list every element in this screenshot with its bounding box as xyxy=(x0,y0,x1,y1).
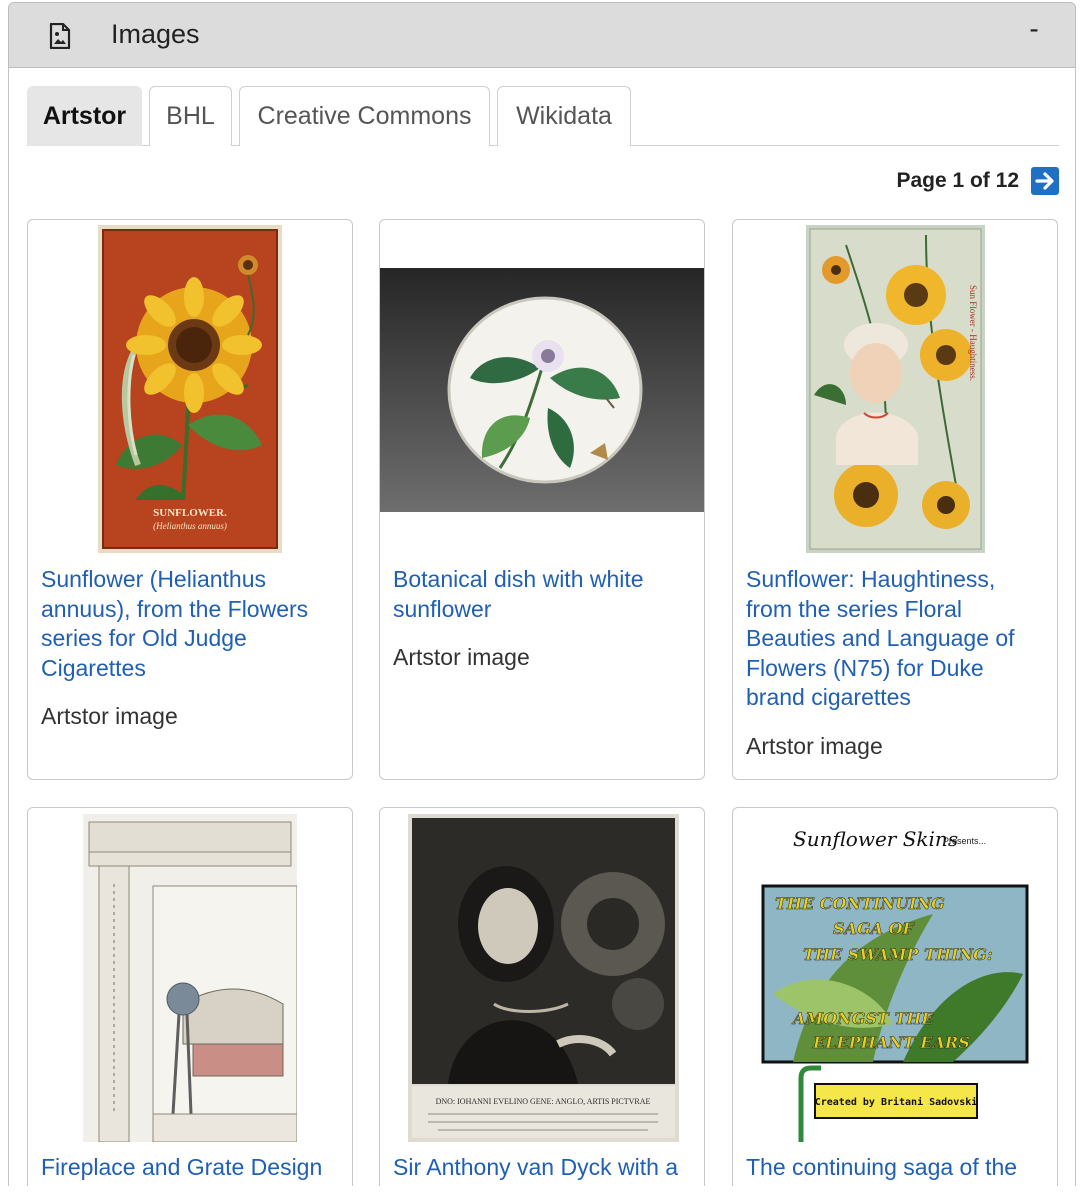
thumbnail-botanical-dish[interactable] xyxy=(380,268,704,512)
arrow-right-icon xyxy=(1035,172,1054,190)
tab-artstor[interactable]: Artstor xyxy=(27,86,142,146)
tab-creative-commons[interactable]: Creative Commons xyxy=(239,86,490,146)
thumbnail-fireplace-design[interactable] xyxy=(83,814,298,1143)
svg-text:Created by Britani Sadovski: Created by Britani Sadovski xyxy=(815,1096,978,1108)
card-title-link[interactable]: Fireplace and Grate Design xyxy=(41,1153,341,1183)
svg-text:Sunflower Skins: Sunflower Skins xyxy=(793,827,958,851)
next-page-button[interactable] xyxy=(1031,167,1059,195)
card-title-link[interactable]: The continuing saga of the xyxy=(746,1153,1046,1183)
tab-wikidata[interactable]: Wikidata xyxy=(497,86,631,146)
image-card: Fireplace and Grate Design xyxy=(27,807,353,1200)
card-title-link[interactable]: Sir Anthony van Dyck with a xyxy=(393,1153,693,1183)
svg-text:(Helianthus annuus): (Helianthus annuus) xyxy=(153,521,227,531)
thumbnail-van-dyck-portrait[interactable]: DNO: IOHANNI EVELINO GENE: ANGLO, ARTIS … xyxy=(408,814,679,1142)
panel-title: Images xyxy=(111,19,200,49)
pagination: Page 1 of 12 xyxy=(896,166,1059,196)
source-tabs: Artstor BHL Creative Commons Wikidata xyxy=(27,86,1059,146)
images-panel-header: Images - xyxy=(8,2,1076,68)
thumbnail-haughtiness-card[interactable]: Sun Flower - Haughtiness. xyxy=(806,225,985,553)
collapse-button[interactable]: - xyxy=(1023,11,1045,47)
svg-text:THE CONTINUING: THE CONTINUING xyxy=(775,894,945,913)
page-indicator: Page 1 of 12 xyxy=(896,169,1019,192)
svg-text:THE SWAMP THING:: THE SWAMP THING: xyxy=(803,945,993,964)
card-source: Artstor image xyxy=(393,644,530,670)
svg-text:ELEPHANT EARS: ELEPHANT EARS xyxy=(812,1033,970,1052)
svg-text:Presents...: Presents... xyxy=(943,836,986,846)
card-source: Artstor image xyxy=(746,733,883,759)
image-card: DNO: IOHANNI EVELINO GENE: ANGLO, ARTIS … xyxy=(379,807,705,1200)
thumbnail-sunflower-card[interactable]: SUNFLOWER. (Helianthus annuus) xyxy=(98,225,282,553)
card-title-link[interactable]: Sunflower: Haughtiness, from the series … xyxy=(746,565,1046,713)
svg-text:Sun Flower - Haughtiness.: Sun Flower - Haughtiness. xyxy=(968,285,978,381)
image-card: Sunflower Skins Presents... THE CONTINUI… xyxy=(732,807,1058,1200)
card-title-link[interactable]: Sunflower (Helianthus annuus), from the … xyxy=(41,565,341,683)
image-card: Botanical dish with white sunflower Arts… xyxy=(379,219,705,780)
images-panel-body: Artstor BHL Creative Commons Wikidata Pa… xyxy=(8,68,1076,1200)
image-file-icon xyxy=(49,22,71,50)
tab-bhl[interactable]: BHL xyxy=(149,86,232,146)
svg-text:DNO: IOHANNI EVELINO GENE: ANG: DNO: IOHANNI EVELINO GENE: ANGLO, ARTIS … xyxy=(436,1097,651,1106)
image-card: Sun Flower - Haughtiness. Sunflower: Hau… xyxy=(732,219,1058,780)
svg-text:AMONGST THE: AMONGST THE xyxy=(791,1009,934,1028)
thumbnail-swamp-thing-poster[interactable]: Sunflower Skins Presents... THE CONTINUI… xyxy=(753,814,1043,1144)
image-card: SUNFLOWER. (Helianthus annuus) Sunflower… xyxy=(27,219,353,780)
card-title-link[interactable]: Botanical dish with white sunflower xyxy=(393,565,693,624)
card-source: Artstor image xyxy=(41,703,178,729)
viewport-bottom-edge xyxy=(0,1186,1083,1200)
svg-text:SAGA OF: SAGA OF xyxy=(833,919,916,938)
svg-text:SUNFLOWER.: SUNFLOWER. xyxy=(153,507,227,519)
